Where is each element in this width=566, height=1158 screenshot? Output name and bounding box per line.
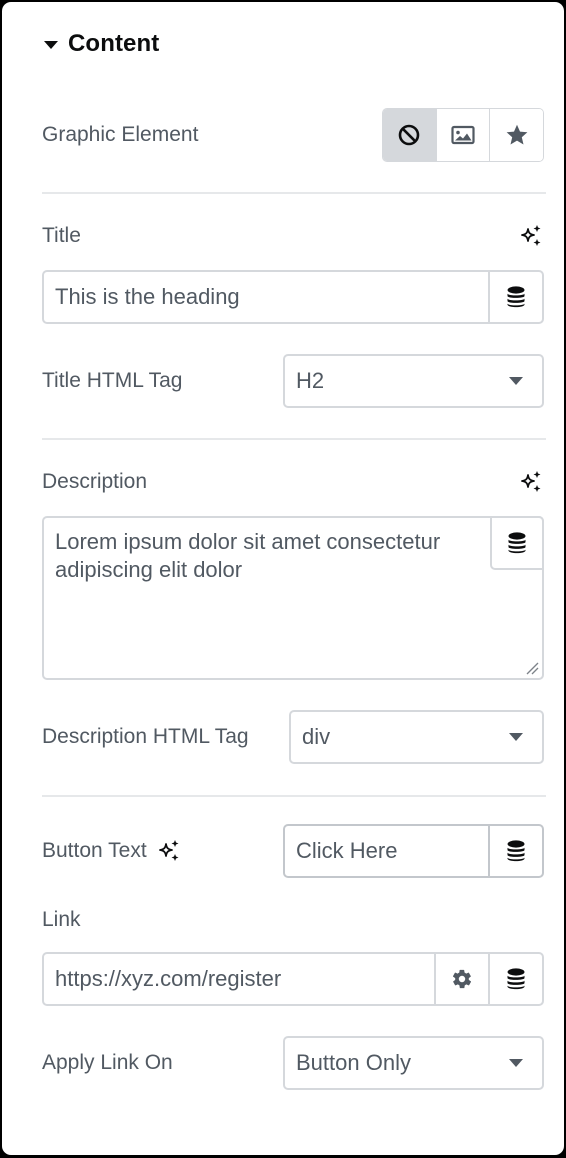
button-text-label-row: Button Text [42,838,181,864]
graphic-element-choose [382,108,544,162]
chevron-down-icon [490,712,542,762]
star-icon [506,124,528,145]
apply-link-on-select[interactable]: Button Only [283,1036,544,1090]
database-icon [507,840,525,862]
divider [42,795,546,797]
description-text: Lorem ipsum dolor sit amet consectetur a… [55,529,441,582]
database-icon [508,532,526,554]
button-text-dynamic-tags-button[interactable] [488,826,542,876]
description-textarea[interactable]: Lorem ipsum dolor sit amet consectetur a… [42,516,544,680]
description-tag-select[interactable]: div [289,710,544,764]
section-header-content[interactable]: Content [44,28,159,60]
button-text-label: Button Text [42,839,147,862]
apply-link-on-value: Button Only [296,1050,411,1075]
image-icon [451,125,475,145]
button-text-input-group: Click Here [283,824,544,878]
button-text-input[interactable]: Click Here [285,826,488,876]
title-tag-select[interactable]: H2 [283,354,544,408]
link-label: Link [42,908,81,931]
graphic-icon-option[interactable] [489,109,543,161]
title-dynamic-tags-button[interactable] [488,272,542,322]
caret-down-icon [44,41,58,49]
description-tag-label: Description HTML Tag [42,725,249,748]
title-input-group: This is the heading [42,270,544,324]
divider [42,192,546,194]
resize-handle-icon[interactable] [525,661,539,675]
title-input[interactable]: This is the heading [44,272,488,322]
sparkle-icon[interactable] [157,839,181,863]
description-label: Description [42,470,148,493]
title-label: Title [42,224,81,247]
description-dynamic-tags-button[interactable] [490,516,544,570]
link-dynamic-tags-button[interactable] [488,954,542,1004]
graphic-image-option[interactable] [435,109,490,161]
ban-icon [399,124,420,146]
title-tag-label: Title HTML Tag [42,369,183,392]
description-tag-value: div [302,724,331,749]
database-icon [507,968,525,990]
gear-icon [452,969,472,989]
sparkle-icon[interactable] [519,470,543,494]
link-options-button[interactable] [434,954,488,1004]
apply-link-on-label: Apply Link On [42,1051,173,1074]
section-title: Content [68,30,160,57]
database-icon [507,286,525,308]
graphic-element-label: Graphic Element [42,123,199,146]
divider [42,438,546,440]
title-tag-value: H2 [296,368,325,393]
chevron-down-icon [490,1038,542,1088]
link-input-group: https://xyz.com/register [42,952,544,1006]
chevron-down-icon [490,356,542,406]
graphic-none-option[interactable] [383,109,436,161]
link-input[interactable]: https://xyz.com/register [44,954,434,1004]
content-panel: Content Graphic Element Title This is th… [2,2,564,1155]
sparkle-icon[interactable] [519,224,543,248]
